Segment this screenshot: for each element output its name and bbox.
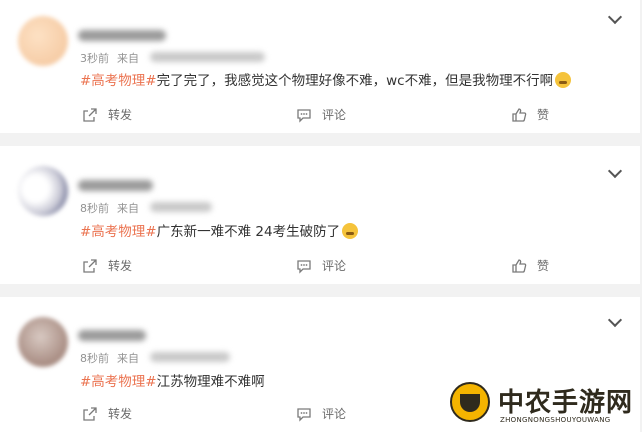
- comment-button[interactable]: 评论: [296, 106, 346, 123]
- post-actions: 转发 评论 赞: [0, 257, 640, 277]
- comment-button[interactable]: 评论: [296, 257, 346, 274]
- post-text: 完了完了，我感觉这个物理好像不难，wc不难，但是我物理不行啊: [156, 73, 554, 89]
- post-meta: 8秒前 来自: [80, 350, 139, 366]
- source-blurred: [150, 202, 212, 212]
- repost-label: 转发: [108, 259, 133, 273]
- username-blurred[interactable]: [78, 180, 153, 191]
- like-label: 赞: [537, 259, 550, 273]
- repost-button[interactable]: 转发: [82, 106, 132, 123]
- source-label: 来自: [117, 202, 139, 215]
- post-time[interactable]: 8秒前: [80, 352, 109, 365]
- thumbs-up-icon: [512, 258, 527, 273]
- post-meta: 3秒前 来自: [80, 50, 139, 66]
- watermark-subtitle: ZHONGNONGSHOUYOUWANG: [500, 416, 611, 424]
- share-icon: [83, 107, 97, 122]
- site-watermark: 中农手游网 ZHONGNONGSHOUYOUWANG: [448, 376, 638, 432]
- source-blurred: [150, 352, 230, 362]
- repost-label: 转发: [108, 407, 133, 421]
- post-card: 8秒前 来自 #高考物理#广东新一难不难 24考生破防了 转发 评论 赞: [0, 146, 640, 284]
- like-label: 赞: [537, 108, 550, 122]
- chevron-down-icon[interactable]: [607, 9, 623, 25]
- topic-link[interactable]: #高考物理#: [80, 374, 157, 390]
- source-blurred: [150, 52, 265, 62]
- comment-label: 评论: [322, 407, 347, 421]
- post-actions: 转发 评论 赞: [0, 106, 640, 126]
- chevron-down-icon[interactable]: [607, 312, 623, 328]
- post-content: #高考物理#广东新一难不难 24考生破防了: [80, 220, 359, 240]
- comment-icon: [297, 259, 311, 274]
- post-time[interactable]: 3秒前: [80, 52, 109, 65]
- comment-icon: [297, 407, 311, 422]
- avatar[interactable]: [18, 317, 68, 367]
- topic-link[interactable]: #高考物理#: [80, 224, 157, 240]
- crying-face-icon: [555, 72, 572, 88]
- username-blurred[interactable]: [78, 330, 146, 341]
- post-content: #高考物理#完了完了，我感觉这个物理好像不难，wc不难，但是我物理不行啊: [80, 69, 572, 89]
- repost-label: 转发: [108, 108, 133, 122]
- share-icon: [83, 406, 97, 421]
- post-text: 广东新一难不难 24考生破防了: [156, 224, 341, 240]
- repost-button[interactable]: 转发: [82, 405, 132, 422]
- avatar[interactable]: [18, 16, 68, 66]
- source-label: 来自: [117, 52, 139, 65]
- comment-button[interactable]: 评论: [296, 405, 346, 422]
- chevron-down-icon[interactable]: [607, 163, 623, 179]
- like-button[interactable]: 赞: [511, 106, 549, 123]
- post-card: 3秒前 来自 #高考物理#完了完了，我感觉这个物理好像不难，wc不难，但是我物理不…: [0, 0, 640, 133]
- comment-icon: [297, 108, 311, 123]
- post-time[interactable]: 8秒前: [80, 202, 109, 215]
- username-blurred[interactable]: [78, 30, 166, 41]
- scared-face-icon: [342, 223, 359, 239]
- watermark-logo-icon: [450, 382, 490, 422]
- avatar[interactable]: [18, 166, 68, 216]
- like-button[interactable]: 赞: [511, 257, 549, 274]
- thumbs-up-icon: [512, 107, 527, 122]
- post-text: 江苏物理难不难啊: [156, 374, 265, 390]
- share-icon: [83, 258, 97, 273]
- repost-button[interactable]: 转发: [82, 257, 132, 274]
- source-label: 来自: [117, 352, 139, 365]
- watermark-title: 中农手游网: [498, 388, 634, 418]
- comment-label: 评论: [322, 108, 347, 122]
- comment-label: 评论: [322, 259, 347, 273]
- post-meta: 8秒前 来自: [80, 200, 139, 216]
- post-content: #高考物理#江苏物理难不难啊: [80, 370, 265, 390]
- topic-link[interactable]: #高考物理#: [80, 73, 157, 89]
